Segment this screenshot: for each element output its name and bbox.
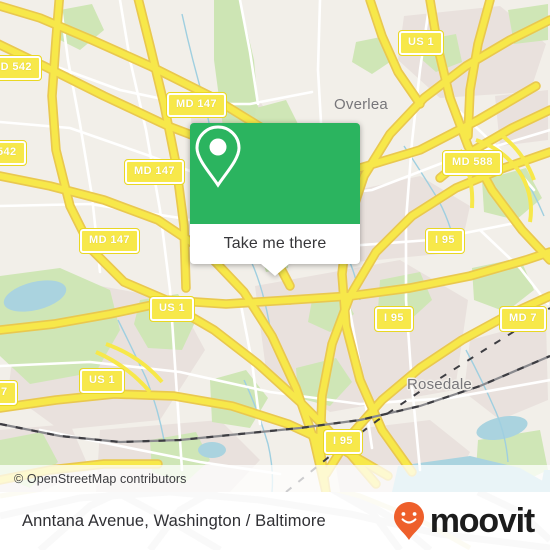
destination-callout-card[interactable]: Take me there (190, 123, 360, 276)
road-shield[interactable]: US 1 (397, 30, 445, 56)
moovit-wordmark: moovit (429, 502, 535, 540)
callout-tail (261, 264, 289, 276)
road-shield[interactable]: MD 588 (442, 150, 503, 176)
road-shield[interactable]: 542 (0, 140, 27, 166)
road-shield[interactable]: MD 542 (0, 55, 42, 81)
road-shield[interactable]: MD 147 (166, 92, 227, 118)
map-canvas[interactable]: MD 542 MD 147 US 1 542 MD 147 MD 588 MD … (0, 0, 550, 492)
moovit-logo[interactable]: moovit (392, 501, 535, 541)
road-shield[interactable]: MD 7 (499, 306, 547, 332)
map-pin-icon (195, 125, 241, 188)
callout-top-panel (190, 123, 360, 224)
take-me-there-label: Take me there (223, 235, 327, 252)
road-shield[interactable]: US 1 (78, 368, 126, 394)
place-label-overlea: Overlea (334, 96, 388, 113)
bottom-info-bar: Anntana Avenue, Washington / Baltimore m… (0, 492, 550, 550)
bottom-bar-content: Anntana Avenue, Washington / Baltimore m… (0, 492, 550, 550)
map-attribution-bar: © OpenStreetMap contributors (0, 465, 550, 492)
moovit-map-screen: MD 542 MD 147 US 1 542 MD 147 MD 588 MD … (0, 0, 550, 550)
road-shield[interactable]: 7 (0, 380, 18, 406)
moovit-pin-smiley-icon (393, 502, 424, 540)
place-label-rosedale: Rosedale (407, 376, 472, 393)
osm-attribution-text[interactable]: © OpenStreetMap contributors (0, 472, 187, 486)
road-shield[interactable]: MD 147 (79, 228, 140, 254)
road-shield[interactable]: MD 147 (124, 159, 185, 185)
take-me-there-button[interactable]: Take me there (190, 224, 360, 264)
road-shield[interactable]: I 95 (323, 429, 363, 455)
place-title: Anntana Avenue, Washington / Baltimore (22, 511, 326, 530)
road-shield[interactable]: US 1 (148, 296, 196, 322)
road-shield[interactable]: I 95 (425, 228, 465, 254)
road-shield[interactable]: I 95 (374, 306, 414, 332)
